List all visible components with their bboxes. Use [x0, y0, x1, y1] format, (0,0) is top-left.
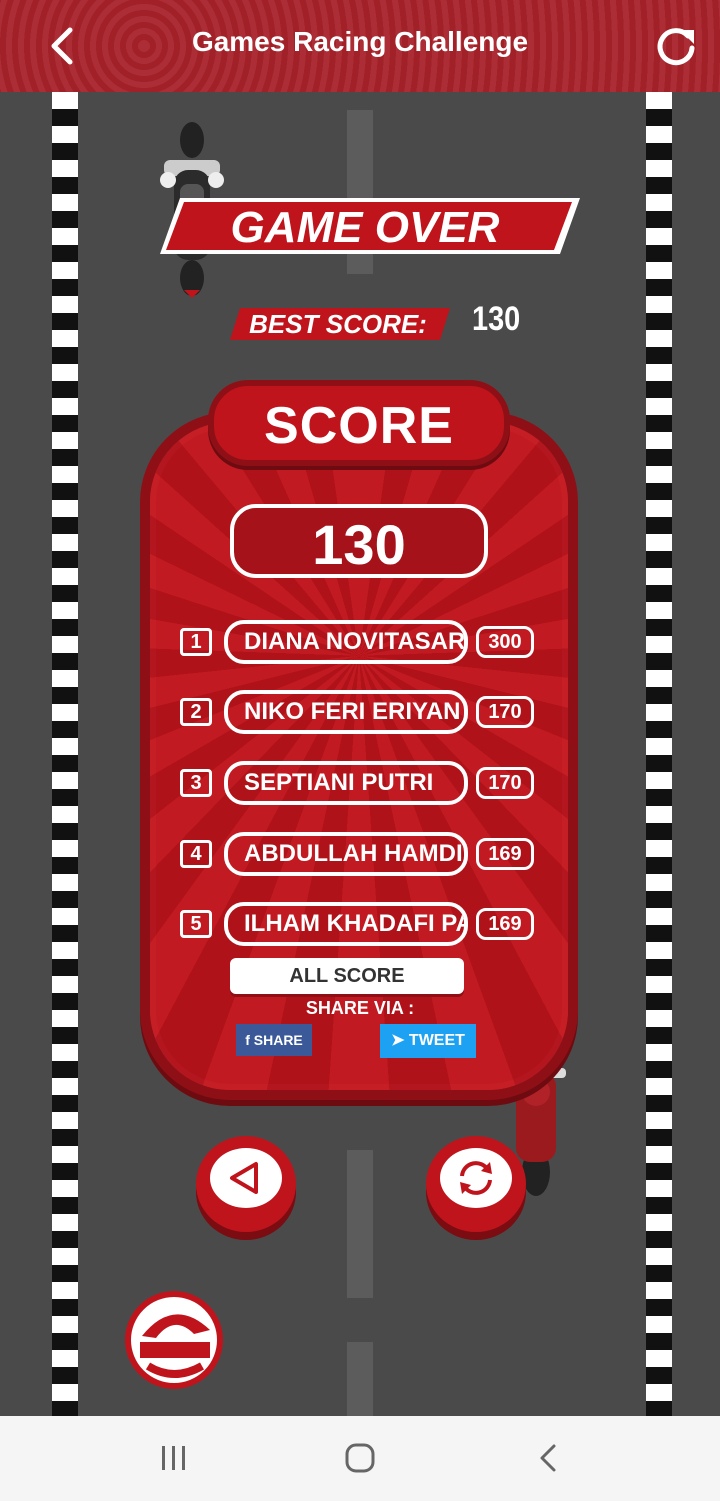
score-box: 130 [230, 504, 488, 578]
leaderboard-rank: 5 [180, 910, 212, 938]
leaderboard-name: ABDULLAH HAMDI B [224, 832, 468, 876]
leaderboard-rank: 4 [180, 840, 212, 868]
leaderboard-name: NIKO FERI ERIYAN [224, 690, 468, 734]
back-game-button[interactable] [196, 1136, 296, 1232]
system-nav-bar [0, 1416, 720, 1501]
score-title: SCORE [264, 397, 454, 455]
leaderboard-row: 2 NIKO FERI ERIYAN 170 [178, 690, 538, 736]
score-title-box: SCORE [208, 380, 510, 466]
restart-button[interactable] [426, 1136, 526, 1232]
leaderboard-score: 170 [476, 696, 534, 728]
all-score-button[interactable]: ALL SCORE [230, 958, 464, 994]
leaderboard-rank: 1 [180, 628, 212, 656]
leaderboard-row: 4 ABDULLAH HAMDI B 169 [178, 832, 538, 878]
svg-text:GAME OVER: GAME OVER [231, 203, 500, 252]
leaderboard-name: DIANA NOVITASARI [224, 620, 468, 664]
svg-text:BEST SCORE:: BEST SCORE: [249, 309, 427, 339]
leaderboard-rank: 3 [180, 769, 212, 797]
twitter-icon: ➤ [391, 1032, 409, 1049]
recent-apps-icon[interactable] [154, 1438, 194, 1478]
leaderboard-row: 1 DIANA NOVITASARI 300 [178, 620, 538, 666]
triangle-left-icon [230, 1162, 258, 1194]
leaderboard-row: 3 SEPTIANI PUTRI 170 [178, 761, 538, 807]
refresh-icon[interactable] [652, 22, 700, 70]
score-value: 130 [312, 513, 406, 576]
game-over-title: GAME OVER [160, 198, 580, 254]
tweet-label: TWEET [408, 1032, 465, 1049]
app-title: Games Racing Challenge [191, 26, 529, 57]
leaderboard-rank: 2 [180, 698, 212, 726]
leaderboard-score: 300 [476, 626, 534, 658]
share-via-label: SHARE VIA : [305, 998, 415, 1018]
lane-marker [347, 1150, 373, 1298]
restart-icon [460, 1161, 492, 1195]
leaderboard-name: ILHAM KHADAFI PA [224, 902, 468, 946]
lane-marker [347, 1342, 373, 1416]
leaderboard-score: 170 [476, 767, 534, 799]
facebook-share-button[interactable]: f SHARE [236, 1024, 312, 1056]
share-label: SHARE [253, 1032, 303, 1048]
honda-community-logo [125, 1291, 223, 1389]
system-back-icon[interactable] [528, 1438, 568, 1478]
left-track-border [52, 92, 78, 1416]
facebook-icon: f [245, 1032, 254, 1048]
leaderboard-row: 5 ILHAM KHADAFI PA 169 [178, 902, 538, 948]
leaderboard-score: 169 [476, 908, 534, 940]
home-icon[interactable] [340, 1438, 380, 1478]
app-bar: Games Racing Challenge [0, 0, 720, 92]
leaderboard-score: 169 [476, 838, 534, 870]
leaderboard-name: SEPTIANI PUTRI [224, 761, 468, 805]
best-score-value: 130 [472, 300, 521, 338]
right-track-border [646, 92, 672, 1416]
tweet-button[interactable]: ➤ TWEET [380, 1024, 476, 1058]
best-score-label: BEST SCORE: [230, 308, 450, 340]
